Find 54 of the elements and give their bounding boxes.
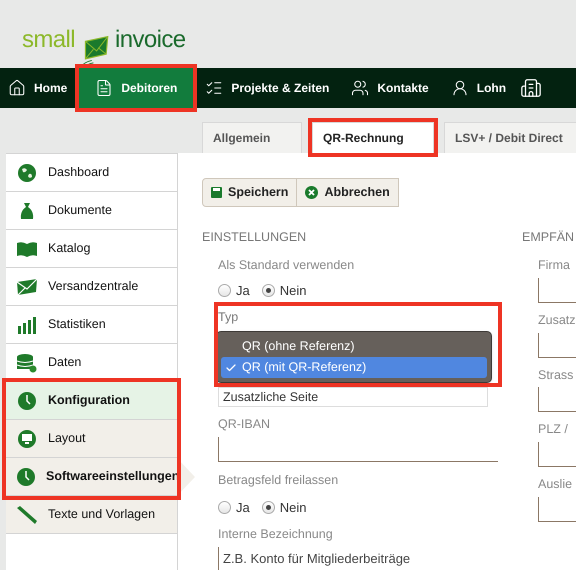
radio-label: Ja	[236, 498, 250, 516]
people-icon	[351, 79, 370, 97]
nav-item[interactable]: Home	[8, 68, 78, 108]
field-label: Interne Bezeichnung	[218, 526, 334, 543]
field-label: Betragsfeld freilassen	[218, 472, 340, 489]
document-icon	[95, 79, 114, 97]
section-heading: EINSTELLUNGEN	[202, 229, 308, 246]
save-button[interactable]: Speichern	[202, 178, 298, 207]
input-field[interactable]	[218, 436, 498, 462]
home-icon	[8, 79, 26, 97]
envelope-icon	[16, 278, 38, 296]
field-label: Strass	[538, 366, 574, 384]
checklist-icon	[205, 79, 224, 97]
field-label: Typ	[218, 309, 240, 326]
field-label: Zusatz	[538, 312, 576, 329]
select-field[interactable]: Zusatzliche Seite	[218, 387, 488, 407]
building-icon[interactable]	[520, 77, 542, 99]
globe-icon	[17, 162, 37, 182]
radio-button[interactable]	[262, 500, 275, 514]
check-icon	[225, 362, 237, 374]
tab[interactable]: Allgemein	[202, 122, 302, 153]
nav-item[interactable]: Kontakte	[341, 68, 439, 108]
nav-item[interactable]: Debitoren	[79, 68, 194, 108]
field-label: QR-IBAN	[218, 416, 272, 433]
radio-button[interactable]	[218, 284, 231, 297]
field-label: Als Standard verwenden	[218, 257, 356, 274]
dropdown-option[interactable]: QR (ohne Referenz)	[221, 336, 487, 357]
pencil-icon	[16, 504, 38, 524]
field-label: PLZ /	[538, 421, 569, 438]
clock-icon	[16, 466, 36, 486]
radio-button[interactable]	[218, 500, 231, 514]
monitor-icon	[17, 428, 37, 448]
sidebar-item[interactable]: Konfiguration	[6, 382, 177, 420]
radio-label: Ja	[236, 282, 250, 300]
field-label: Auslie	[538, 476, 574, 493]
close-icon	[305, 186, 318, 199]
logo-text: small	[22, 28, 76, 55]
dropdown-option[interactable]: QR (mit QR-Referenz)	[221, 357, 487, 378]
nav-item[interactable]: Lohn	[440, 68, 516, 108]
logo-text: invoice	[115, 28, 186, 55]
radio-label: Nein	[280, 498, 306, 516]
tab[interactable]: LSV+ / Debit Direct	[444, 122, 576, 153]
radio-button[interactable]	[262, 284, 275, 297]
bar-chart-icon	[17, 316, 37, 334]
radio-label: Nein	[280, 282, 306, 300]
clock-icon	[17, 390, 37, 410]
database-icon	[16, 352, 38, 372]
input-field[interactable]: Z.B. Konto für Mitgliederbeiträge	[218, 546, 498, 570]
cancel-button[interactable]: Abbrechen	[297, 178, 399, 207]
nav-item[interactable]: Projekte & Zeiten	[195, 68, 340, 108]
field-label: Firma	[538, 257, 571, 274]
section-heading: EMPFÄN	[522, 229, 576, 246]
tab[interactable]: QR-Rechnung	[312, 122, 434, 153]
sidebar-item[interactable]: Layout	[6, 420, 177, 458]
